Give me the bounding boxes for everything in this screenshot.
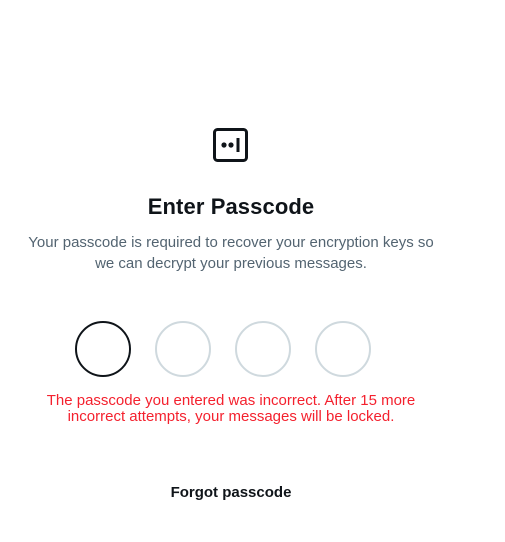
passcode-digit-3[interactable] — [235, 321, 291, 377]
forgot-passcode-link[interactable]: Forgot passcode — [0, 483, 462, 503]
passcode-input[interactable] — [75, 321, 371, 377]
passcode-digit-4[interactable] — [315, 321, 371, 377]
error-message: The passcode you entered was incorrect. … — [46, 392, 416, 425]
passcode-digit-1[interactable] — [75, 321, 131, 377]
passcode-icon — [212, 127, 250, 163]
passcode-screen: Enter Passcode Your passcode is required… — [0, 0, 505, 542]
page-title: Enter Passcode — [147, 194, 315, 219]
passcode-digit-2[interactable] — [155, 321, 211, 377]
page-subtitle: Your passcode is required to recover you… — [28, 234, 434, 272]
